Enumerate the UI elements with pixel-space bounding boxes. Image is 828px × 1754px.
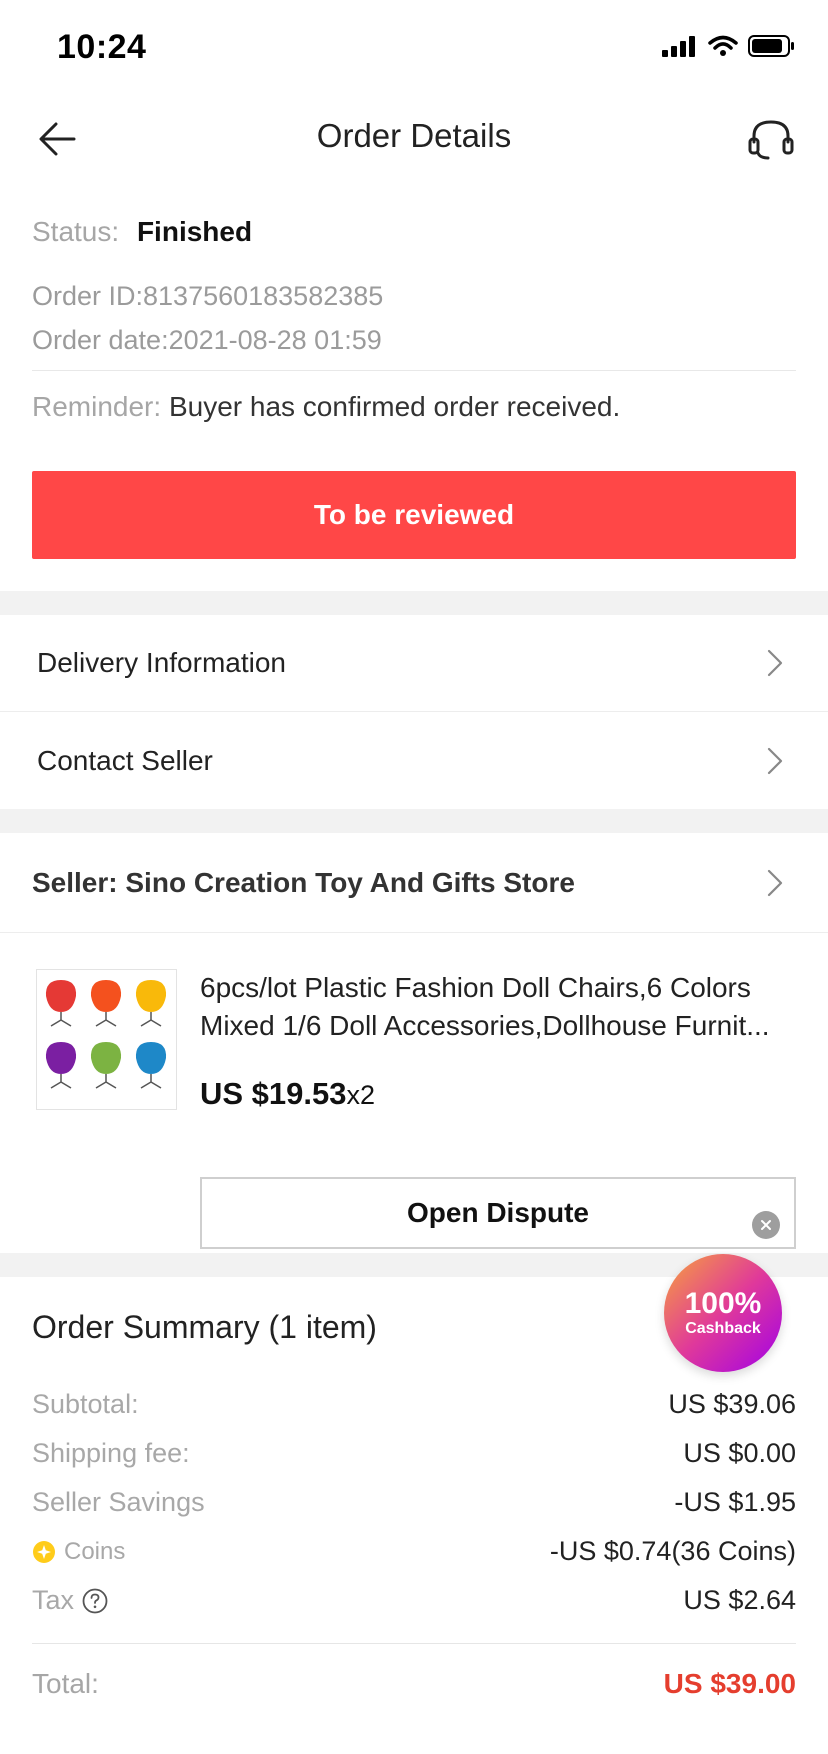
coins-label: Coins <box>64 1537 126 1565</box>
order-id: Order ID:8137560183582385 <box>32 281 384 311</box>
subtotal-value: US $39.06 <box>668 1389 796 1419</box>
section-gap <box>0 591 828 615</box>
order-date: Order date:2021-08-28 01:59 <box>32 325 382 355</box>
total-label: Total: <box>32 1668 99 1699</box>
cashback-label: Cashback <box>685 1320 761 1337</box>
coins-label-group: Coins <box>32 1538 125 1566</box>
tax-row: Tax US $2.64 <box>32 1576 796 1625</box>
product-thumbnail[interactable] <box>36 969 177 1110</box>
product-item: 6pcs/lot Plastic Fashion Doll Chairs,6 C… <box>0 933 828 1253</box>
product-price-row: US $19.53x2 <box>200 1076 375 1112</box>
product-quantity: x2 <box>346 1080 376 1110</box>
divider <box>32 370 796 371</box>
order-summary: Order Summary (1 item) Subtotal: US $39.… <box>0 1309 828 1724</box>
status-bar: 10:24 <box>0 0 828 95</box>
chair-shape <box>45 1042 77 1089</box>
seller-savings-row: Seller Savings -US $1.95 <box>32 1478 796 1527</box>
reminder-text: Buyer has confirmed order received. <box>168 391 621 422</box>
summary-rows: Subtotal: US $39.06 Shipping fee: US $0.… <box>32 1380 796 1625</box>
nav-bar: Order Details <box>0 95 828 180</box>
to-be-reviewed-button[interactable]: To be reviewed <box>32 471 796 559</box>
chevron-right-icon <box>767 649 783 677</box>
close-icon <box>761 1220 771 1230</box>
help-question-icon[interactable] <box>82 1588 108 1614</box>
status-label: Status: <box>32 216 120 247</box>
cashback-badge[interactable]: 100% Cashback <box>664 1254 782 1372</box>
doll-chairs-image <box>45 980 167 1089</box>
coins-value: -US $0.74(36 Coins) <box>549 1536 796 1566</box>
reminder-label: Reminder: <box>32 391 162 422</box>
product-price: US $19.53 <box>200 1076 347 1111</box>
chair-shape <box>90 1042 122 1089</box>
coins-row: Coins -US $0.74(36 Coins) <box>32 1527 796 1576</box>
open-dispute-button[interactable]: Open Dispute <box>200 1177 796 1249</box>
chair-shape <box>45 980 77 1027</box>
order-status-section: Status: Finished Order ID:81375601835823… <box>0 216 828 559</box>
contact-seller-row[interactable]: Contact Seller <box>0 712 828 809</box>
reminder-row: Reminder: Buyer has confirmed order rece… <box>32 391 796 423</box>
total-value: US $39.00 <box>663 1668 796 1699</box>
status-icons <box>662 34 796 58</box>
product-title-line1: 6pcs/lot Plastic Fashion Doll Chairs,6 C… <box>200 972 751 1003</box>
battery-icon <box>748 35 794 57</box>
contact-seller-label: Contact Seller <box>37 744 213 776</box>
order-meta: Order ID:8137560183582385 Order date:202… <box>32 274 796 362</box>
product-title[interactable]: 6pcs/lot Plastic Fashion Doll Chairs,6 C… <box>200 969 796 1045</box>
tax-label: Tax <box>32 1585 75 1615</box>
delivery-information-label: Delivery Information <box>37 647 286 678</box>
coin-icon <box>33 1540 55 1563</box>
tax-label-group: Tax <box>32 1585 108 1616</box>
tax-value: US $2.64 <box>683 1585 796 1615</box>
subtotal-row: Subtotal: US $39.06 <box>32 1380 796 1429</box>
seller-savings-value: -US $1.95 <box>674 1487 796 1517</box>
close-cashback-button[interactable] <box>752 1211 780 1239</box>
cashback-percent: 100% <box>684 1287 762 1320</box>
shipping-value: US $0.00 <box>683 1438 796 1468</box>
customer-service-icon[interactable] <box>744 112 798 166</box>
status-time: 10:24 <box>57 28 147 66</box>
chevron-right-icon <box>767 869 783 896</box>
seller-name: Seller: Sino Creation Toy And Gifts Stor… <box>32 866 575 898</box>
section-gap <box>0 809 828 833</box>
chair-shape <box>135 980 167 1027</box>
wifi-icon <box>708 35 738 56</box>
product-title-line2: Mixed 1/6 Doll Accessories,Dollhouse Fur… <box>200 1010 770 1041</box>
chair-shape <box>135 1042 167 1089</box>
subtotal-label: Subtotal: <box>32 1389 139 1419</box>
chevron-right-icon <box>767 747 783 774</box>
shipping-label: Shipping fee: <box>32 1438 190 1468</box>
seller-savings-label: Seller Savings <box>32 1487 205 1517</box>
seller-row[interactable]: Seller: Sino Creation Toy And Gifts Stor… <box>0 833 828 933</box>
total-row: Total: US $39.00 <box>32 1644 796 1724</box>
page-title: Order Details <box>316 117 512 154</box>
delivery-information-row[interactable]: Delivery Information <box>0 615 828 712</box>
status-value: Finished <box>136 216 253 247</box>
status-row: Status: Finished <box>32 216 796 248</box>
chair-shape <box>90 980 122 1027</box>
shipping-row: Shipping fee: US $0.00 <box>32 1429 796 1478</box>
signal-icon <box>662 36 695 57</box>
